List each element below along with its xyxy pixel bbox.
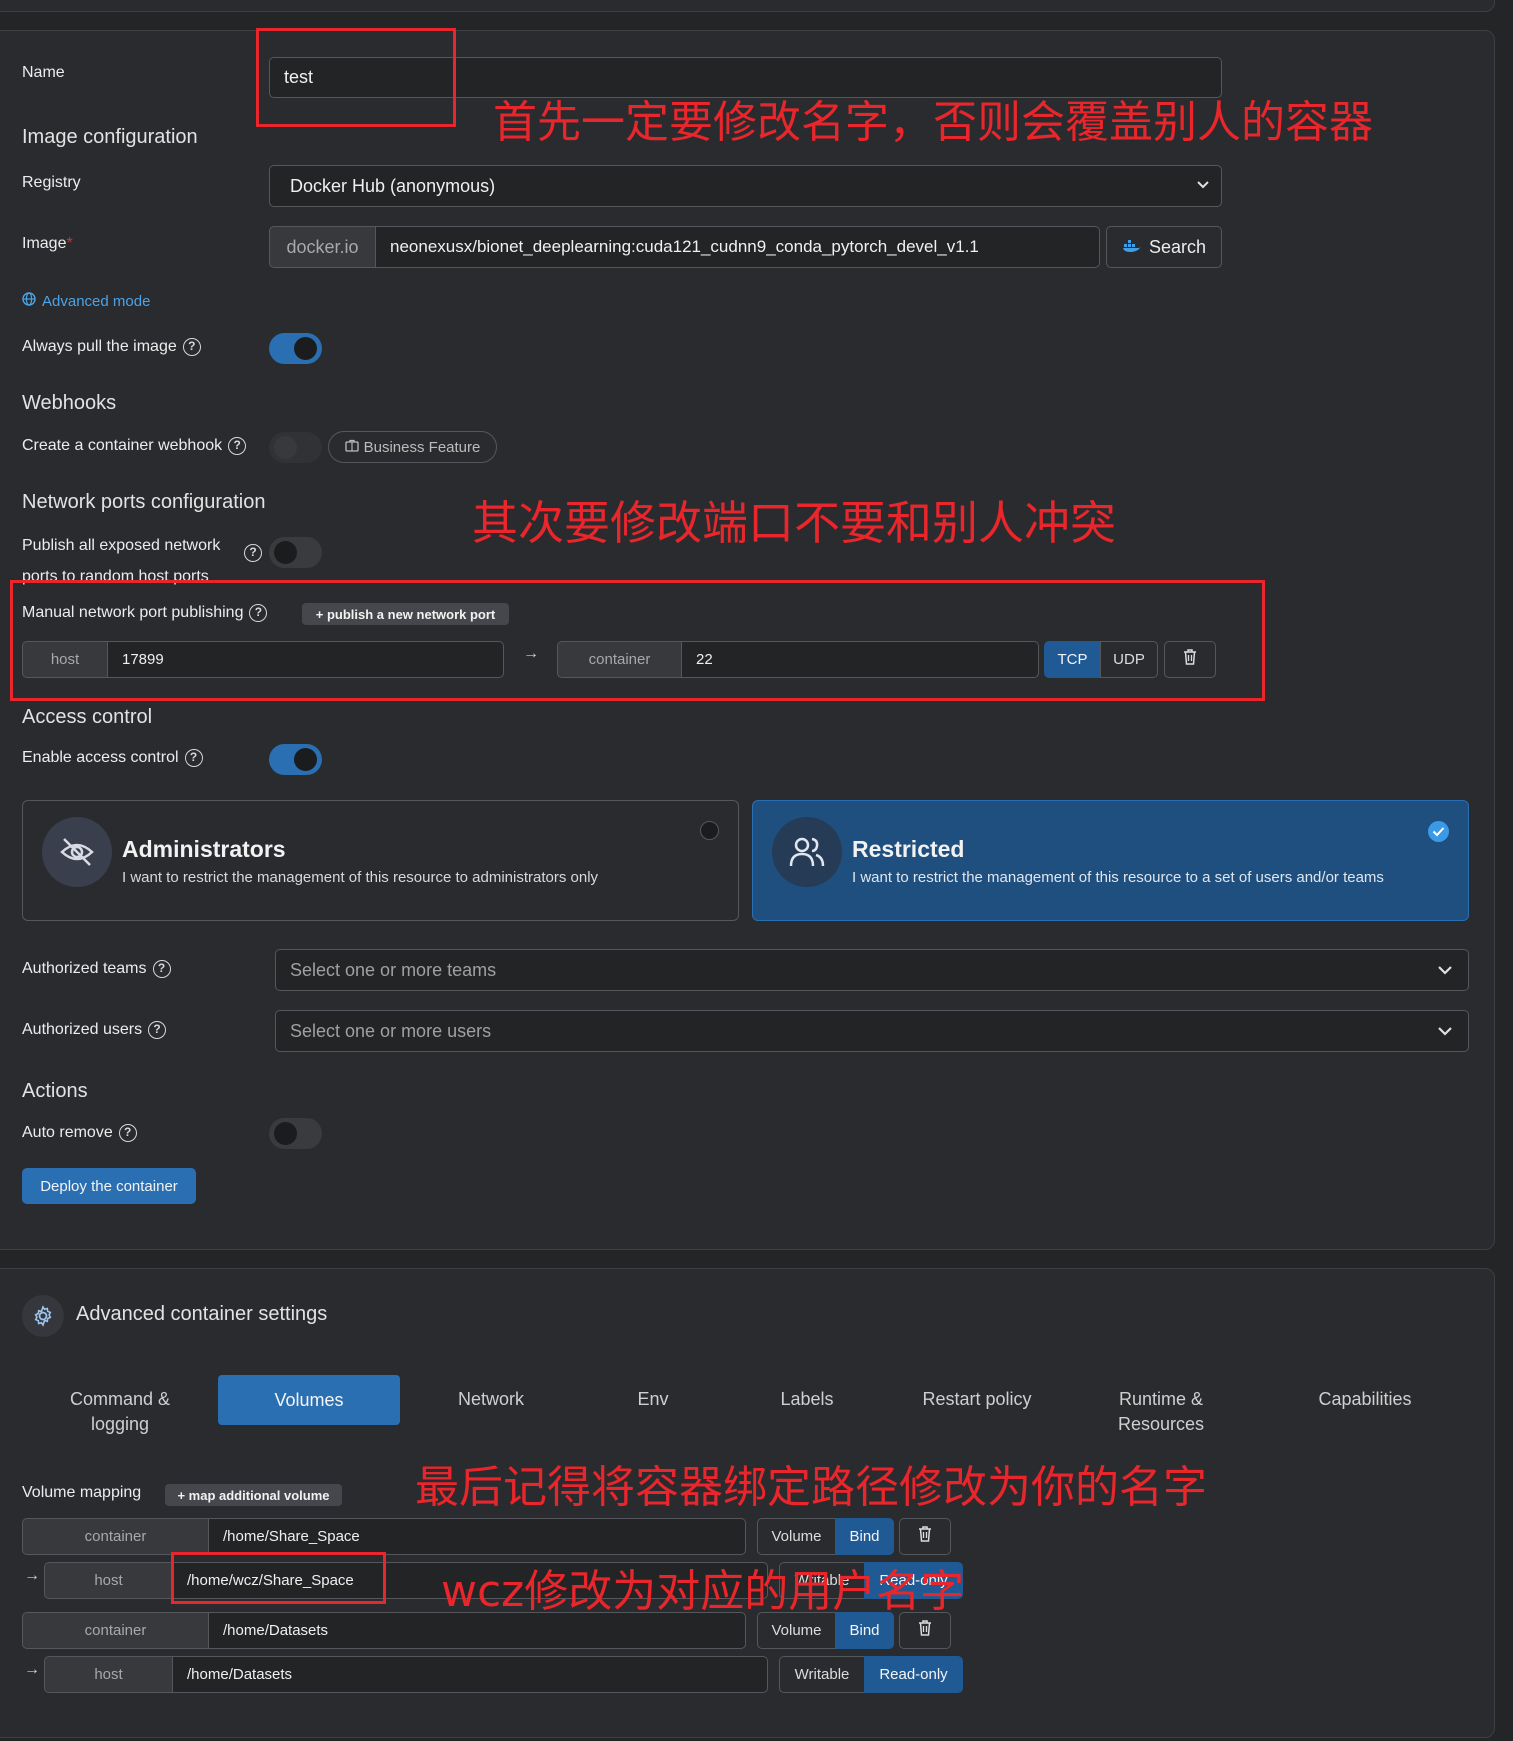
always-pull-toggle[interactable]: [269, 333, 322, 364]
delete-volume-button[interactable]: [899, 1518, 951, 1555]
annotation-note-user: wcz修改为对应的用户名字: [441, 1566, 965, 1617]
restricted-title: Restricted: [852, 836, 965, 862]
trash-icon: [917, 1525, 933, 1548]
users-label: Authorized users?: [22, 1021, 167, 1039]
arrow-right-icon: →: [24, 1567, 40, 1584]
map-volume-button[interactable]: + map additional volume: [165, 1484, 342, 1506]
chevron-down-icon: [1195, 176, 1211, 197]
help-icon: ?: [118, 1124, 137, 1142]
help-icon: ?: [148, 1021, 167, 1039]
tab-restart-policy[interactable]: Restart policy: [903, 1387, 1051, 1412]
annotation-box-ports: [10, 580, 1265, 701]
volume-host-input[interactable]: /home/Datasets: [172, 1656, 768, 1693]
volume-container-addon: container: [22, 1518, 209, 1555]
enable-access-label: Enable access control?: [22, 749, 203, 767]
annotation-note-port: 其次要修改端口不要和别人冲突: [472, 496, 1116, 550]
tab-volumes[interactable]: Volumes: [218, 1375, 400, 1425]
deploy-button[interactable]: Deploy the container: [22, 1168, 196, 1204]
publish-all-toggle[interactable]: [269, 537, 322, 568]
auto-remove-label: Auto remove?: [22, 1124, 137, 1142]
volume-container-input[interactable]: /home/Share_Space: [208, 1518, 746, 1555]
image-label: Image *: [22, 235, 73, 252]
tab-network[interactable]: Network: [431, 1387, 551, 1412]
image-input[interactable]: neonexusx/bionet_deeplearning:cuda121_cu…: [375, 226, 1100, 268]
tab-labels[interactable]: Labels: [757, 1387, 857, 1412]
tab-command-logging[interactable]: Command & logging: [55, 1387, 185, 1437]
volume-container-addon: container: [22, 1612, 209, 1649]
administrators-desc: I want to restrict the management of thi…: [122, 869, 599, 886]
registry-label: Registry: [22, 174, 81, 191]
restricted-desc: I want to restrict the management of thi…: [852, 869, 1384, 886]
required-marker: *: [66, 235, 73, 252]
webhook-toggle[interactable]: [269, 432, 322, 463]
globe-icon: [22, 292, 36, 310]
volume-host-addon: host: [44, 1656, 173, 1693]
teams-label: Authorized teams?: [22, 960, 171, 978]
auto-remove-toggle[interactable]: [269, 1118, 322, 1149]
registry-value: Docker Hub (anonymous): [290, 175, 496, 196]
trash-icon: [917, 1619, 933, 1642]
help-icon: ?: [182, 338, 201, 356]
actions-title: Actions: [22, 1080, 88, 1102]
bind-type-button[interactable]: Bind: [835, 1518, 894, 1555]
always-pull-label: Always pull the image?: [22, 338, 201, 356]
readonly-button[interactable]: Read-only: [864, 1656, 963, 1693]
top-panel-edge: [0, 0, 1495, 12]
network-title: Network ports configuration: [22, 491, 266, 513]
tab-capabilities[interactable]: Capabilities: [1294, 1387, 1436, 1412]
chevron-down-icon: [1436, 961, 1454, 984]
image-config-title: Image configuration: [22, 126, 198, 148]
annotation-note-name: 首先一定要修改名字，否则会覆盖别人的容器: [493, 97, 1373, 148]
help-icon: ?: [228, 437, 247, 455]
help-icon: ?: [152, 960, 171, 978]
annotation-box-host-path: [171, 1552, 386, 1604]
volume-type-button[interactable]: Volume: [757, 1518, 836, 1555]
tab-env[interactable]: Env: [603, 1387, 703, 1412]
administrators-title: Administrators: [122, 836, 286, 862]
help-icon: ?: [184, 749, 203, 767]
search-button[interactable]: Search: [1106, 226, 1222, 268]
enable-access-toggle[interactable]: [269, 744, 322, 775]
annotation-note-path: 最后记得将容器绑定路径修改为你的名字: [415, 1462, 1207, 1513]
docker-icon: [1122, 237, 1142, 258]
writable-button[interactable]: Writable: [779, 1656, 865, 1693]
volume-host-addon: host: [44, 1562, 173, 1599]
webhook-label: Create a container webhook?: [22, 437, 247, 455]
webhooks-title: Webhooks: [22, 392, 117, 414]
restricted-card[interactable]: Restricted I want to restrict the manage…: [752, 800, 1469, 921]
tab-runtime-resources[interactable]: Runtime & Resources: [1093, 1387, 1229, 1437]
access-title: Access control: [22, 706, 153, 728]
image-prefix: docker.io: [269, 226, 376, 268]
name-label: Name: [22, 64, 65, 81]
briefcase-icon: [344, 439, 359, 456]
users-select[interactable]: Select one or more users: [275, 1010, 1469, 1052]
advanced-title: Advanced container settings: [76, 1303, 328, 1325]
teams-select[interactable]: Select one or more teams: [275, 949, 1469, 991]
annotation-box-name: [256, 28, 456, 127]
volume-mapping-label: Volume mapping: [22, 1484, 142, 1501]
eye-off-icon: [42, 817, 112, 887]
registry-select[interactable]: Docker Hub (anonymous): [269, 165, 1222, 207]
chevron-down-icon: [1436, 1022, 1454, 1045]
gear-icon: [22, 1295, 64, 1337]
search-label: Search: [1148, 236, 1207, 257]
advanced-mode-link[interactable]: Advanced mode: [22, 292, 150, 310]
administrators-card[interactable]: Administrators I want to restrict the ma…: [22, 800, 739, 921]
business-feature-badge: Business Feature: [328, 431, 497, 463]
check-icon[interactable]: [1428, 821, 1449, 842]
users-icon: [772, 817, 842, 887]
help-icon: ?: [244, 544, 262, 562]
radio-unchecked[interactable]: [700, 821, 719, 840]
image-value: neonexusx/bionet_deeplearning:cuda121_cu…: [390, 237, 979, 256]
arrow-right-icon: →: [24, 1661, 40, 1678]
